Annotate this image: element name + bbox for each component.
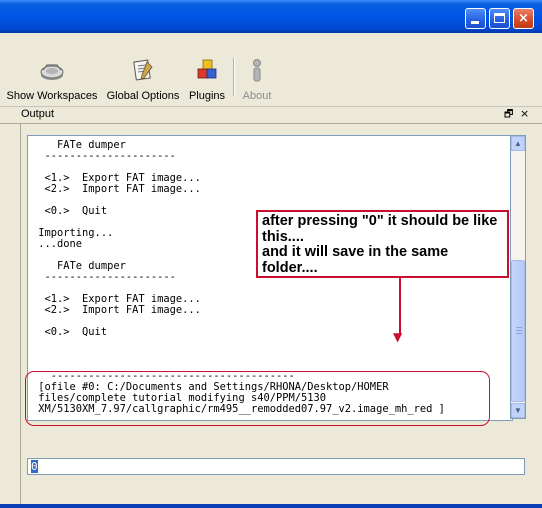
plugins-label: Plugins xyxy=(188,90,226,102)
output-scrollbar[interactable]: ▲ ▼ xyxy=(510,135,526,419)
plugins-icon xyxy=(197,59,217,79)
workspaces-icon xyxy=(40,64,64,80)
grip-line xyxy=(516,333,522,334)
command-input[interactable]: 0 xyxy=(27,458,525,475)
annotation-text: after pressing "0" it should be like thi… xyxy=(262,213,498,276)
maximize-icon xyxy=(494,13,505,23)
show-workspaces-label: Show Workspaces xyxy=(6,90,98,102)
minimize-button[interactable] xyxy=(465,8,486,29)
annotation-arrow-line xyxy=(399,278,401,336)
about-icon xyxy=(253,59,261,82)
grip-line xyxy=(516,330,522,331)
close-button[interactable]: × xyxy=(513,8,534,29)
float-panel-icon[interactable]: 🗗 xyxy=(504,109,515,120)
options-icon xyxy=(133,59,153,81)
about-button[interactable]: About xyxy=(238,58,276,102)
window-bottom-border xyxy=(0,504,542,508)
annotation-note: after pressing "0" it should be like thi… xyxy=(256,210,509,278)
maximize-button[interactable] xyxy=(489,8,510,29)
global-options-button[interactable]: Global Options xyxy=(104,58,182,102)
chevron-down-icon: ▼ xyxy=(514,406,522,415)
scroll-up-button[interactable]: ▲ xyxy=(511,136,525,151)
left-side-strip xyxy=(0,124,21,504)
toolbar-separator xyxy=(233,58,235,96)
scroll-thumb[interactable] xyxy=(511,260,525,402)
plugins-button[interactable]: Plugins xyxy=(186,58,228,102)
grip-line xyxy=(516,327,522,328)
window-title-bar[interactable]: × xyxy=(0,0,542,33)
show-workspaces-button[interactable]: Show Workspaces xyxy=(4,58,100,102)
output-panel-title: Output xyxy=(21,108,55,120)
about-label: About xyxy=(242,90,272,102)
global-options-label: Global Options xyxy=(106,90,180,102)
annotation-highlight xyxy=(25,371,490,426)
close-panel-icon[interactable]: × xyxy=(520,108,532,120)
output-panel-header: Output 🗗 × xyxy=(0,106,542,124)
toolbar: Show Workspaces Global Options Plugins A… xyxy=(0,33,542,105)
minimize-icon xyxy=(471,21,479,24)
arrow-down-icon: ▼ xyxy=(393,330,403,344)
chevron-up-icon: ▲ xyxy=(514,139,522,148)
close-icon: × xyxy=(518,11,529,26)
scroll-down-button[interactable]: ▼ xyxy=(511,403,525,418)
command-input-value: 0 xyxy=(31,460,38,473)
